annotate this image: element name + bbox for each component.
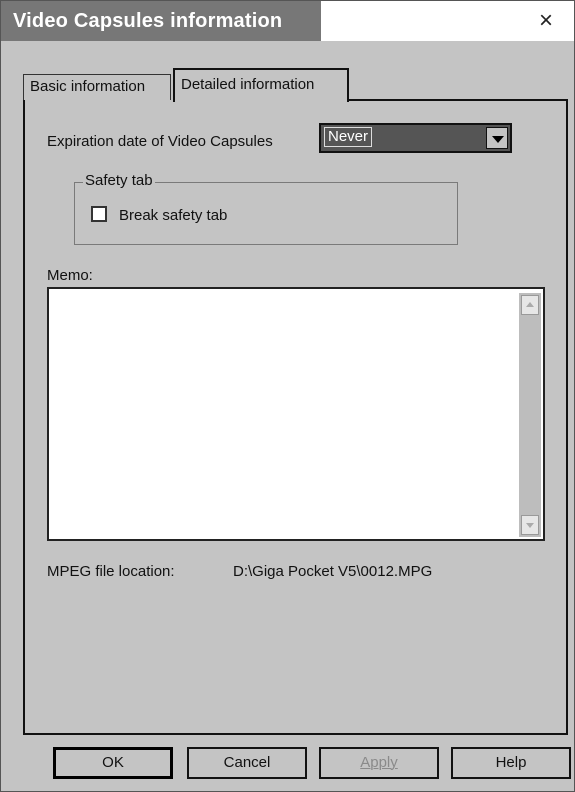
close-icon[interactable]: ×: [532, 7, 560, 35]
window-title: Video Capsules information: [1, 1, 321, 41]
tab-basic-information[interactable]: Basic information: [23, 74, 171, 100]
cancel-button[interactable]: Cancel: [187, 747, 307, 779]
mpeg-location-value: D:\Giga Pocket V5\0012.MPG: [233, 563, 433, 580]
help-button[interactable]: Help: [451, 747, 571, 779]
break-safety-tab-checkbox[interactable]: [91, 206, 107, 222]
safety-group-label: Safety tab: [83, 172, 155, 189]
expiration-selected-value: Never: [324, 127, 373, 147]
tab-detailed-information[interactable]: Detailed information: [173, 68, 349, 102]
scroll-up-icon[interactable]: [521, 295, 539, 315]
apply-button[interactable]: Apply: [319, 747, 439, 779]
title-bar: Video Capsules information ×: [1, 1, 574, 41]
scroll-down-icon[interactable]: [521, 515, 539, 535]
ok-button[interactable]: OK: [53, 747, 173, 779]
expiration-select[interactable]: Never: [319, 123, 512, 153]
dialog-window: Video Capsules information × Basic infor…: [0, 0, 575, 792]
chevron-down-icon[interactable]: [486, 127, 508, 149]
mpeg-location-label: MPEG file location:: [47, 563, 175, 580]
memo-label: Memo:: [47, 267, 93, 284]
memo-scrollbar[interactable]: [519, 293, 541, 537]
break-safety-tab-label[interactable]: Break safety tab: [119, 207, 227, 224]
expiration-label: Expiration date of Video Capsules: [47, 133, 273, 150]
memo-textarea[interactable]: [47, 287, 545, 541]
